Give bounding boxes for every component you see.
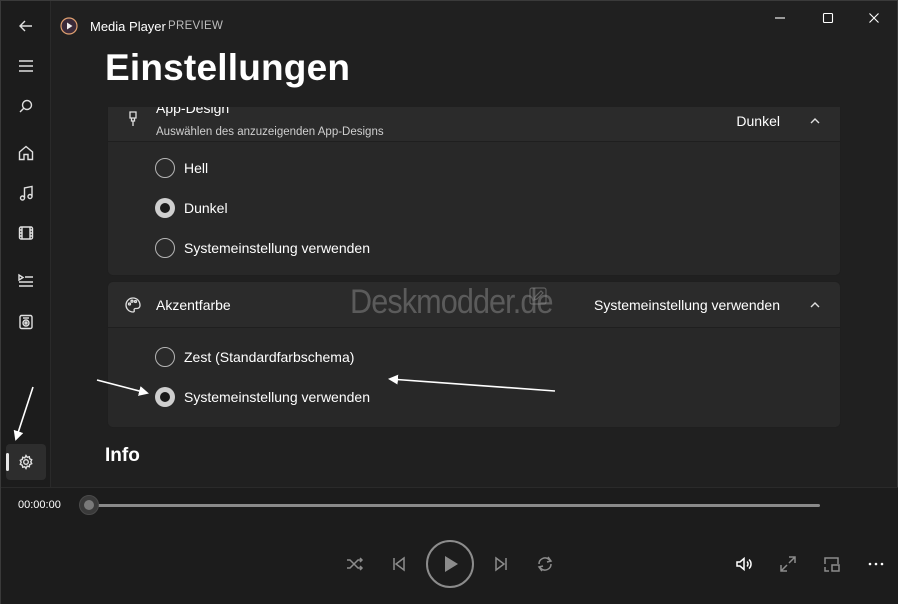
title-bar: Media Player PREVIEW — [51, 1, 897, 51]
app-theme-card: App-Design Auswählen des anzuzeigenden A… — [107, 107, 841, 276]
radio-button-selected[interactable] — [155, 387, 175, 407]
more-icon — [868, 562, 884, 566]
chevron-up-icon — [808, 298, 822, 312]
seek-bar[interactable] — [89, 504, 820, 507]
media-player-window: Media Player PREVIEW Einstellungen App-D… — [0, 0, 898, 604]
info-heading: Info — [105, 445, 140, 466]
radio-button[interactable] — [155, 347, 175, 367]
shuffle-button[interactable] — [343, 554, 367, 574]
play-button[interactable] — [426, 540, 474, 588]
previous-icon — [393, 556, 405, 572]
active-indicator — [6, 453, 9, 471]
current-time: 00:00:00 — [18, 499, 61, 511]
theme-option-light[interactable]: Hell — [108, 148, 840, 188]
volume-button[interactable] — [733, 553, 755, 575]
palette-icon — [124, 296, 142, 314]
settings-icon — [19, 454, 33, 470]
accent-option-system[interactable]: Systemeinstellung verwenden — [108, 377, 840, 417]
accent-color-options: Zest (Standardfarbschema) Systemeinstell… — [108, 328, 840, 427]
player-bar: 00:00:00 — [1, 487, 898, 604]
back-button[interactable] — [6, 8, 46, 44]
app-theme-value: Dunkel — [736, 113, 780, 129]
repeat-icon — [537, 556, 553, 572]
sidebar-item-playlists[interactable] — [6, 262, 46, 298]
next-icon — [495, 556, 507, 572]
maximize-button[interactable] — [805, 1, 851, 35]
app-title: Media Player — [90, 19, 166, 34]
radio-label: Hell — [184, 160, 209, 176]
radio-label: Systemeinstellung verwenden — [184, 240, 370, 256]
radio-button[interactable] — [155, 238, 175, 258]
sidebar-item-settings[interactable] — [6, 444, 46, 480]
radio-label: Zest (Standardfarbschema) — [184, 349, 355, 365]
theme-option-system[interactable]: Systemeinstellung verwenden — [108, 228, 840, 268]
menu-button[interactable] — [6, 48, 46, 84]
sidebar — [1, 1, 51, 487]
more-button[interactable] — [865, 553, 887, 575]
sidebar-item-video[interactable] — [6, 215, 46, 251]
radio-button-selected[interactable] — [155, 198, 175, 218]
repeat-button[interactable] — [534, 553, 556, 575]
preview-badge: PREVIEW — [168, 20, 224, 32]
watermark: Deskmodder.de — [350, 283, 554, 321]
theme-option-dark[interactable]: Dunkel — [108, 188, 840, 228]
radio-button[interactable] — [155, 158, 175, 178]
media-player-logo-icon — [60, 17, 78, 35]
app-theme-header[interactable]: App-Design Auswählen des anzuzeigenden A… — [108, 107, 840, 142]
back-icon — [19, 20, 32, 32]
music-icon — [19, 185, 33, 201]
accent-color-value: Systemeinstellung verwenden — [594, 297, 780, 313]
volume-icon — [736, 556, 752, 572]
maximize-icon — [822, 12, 834, 24]
next-button[interactable] — [491, 554, 511, 574]
app-theme-subtitle: Auswählen des anzuzeigenden App-Designs — [156, 126, 384, 138]
seek-thumb[interactable] — [79, 495, 99, 515]
miniplayer-icon — [824, 557, 840, 572]
search-icon — [19, 99, 33, 113]
menu-icon — [19, 60, 33, 72]
accent-option-zest[interactable]: Zest (Standardfarbschema) — [108, 337, 840, 377]
page-title: Einstellungen — [105, 47, 351, 88]
accent-color-title: Akzentfarbe — [156, 297, 231, 313]
minimize-button[interactable] — [757, 1, 803, 35]
shuffle-icon — [347, 557, 364, 571]
close-button[interactable] — [851, 1, 897, 35]
fullscreen-icon — [780, 556, 796, 572]
minimize-icon — [775, 17, 785, 19]
radio-icon — [19, 314, 33, 330]
miniplayer-button[interactable] — [821, 553, 843, 575]
sidebar-item-library[interactable] — [6, 304, 46, 340]
sidebar-item-home[interactable] — [6, 135, 46, 171]
radio-label: Dunkel — [184, 200, 228, 216]
home-icon — [18, 145, 34, 161]
fullscreen-button[interactable] — [777, 553, 799, 575]
search-button[interactable] — [6, 88, 46, 124]
play-icon — [445, 556, 458, 572]
sidebar-item-music[interactable] — [6, 175, 46, 211]
radio-label: Systemeinstellung verwenden — [184, 389, 370, 405]
paintbrush-icon — [124, 110, 142, 128]
video-icon — [18, 226, 34, 240]
pen-icon — [528, 286, 548, 306]
app-theme-title: App-Design — [156, 107, 230, 116]
close-icon — [869, 13, 879, 23]
previous-button[interactable] — [389, 554, 409, 574]
chevron-up-icon — [808, 114, 822, 128]
playlist-icon — [18, 273, 33, 287]
app-theme-options: Hell Dunkel Systemeinstellung verwenden — [108, 142, 840, 275]
